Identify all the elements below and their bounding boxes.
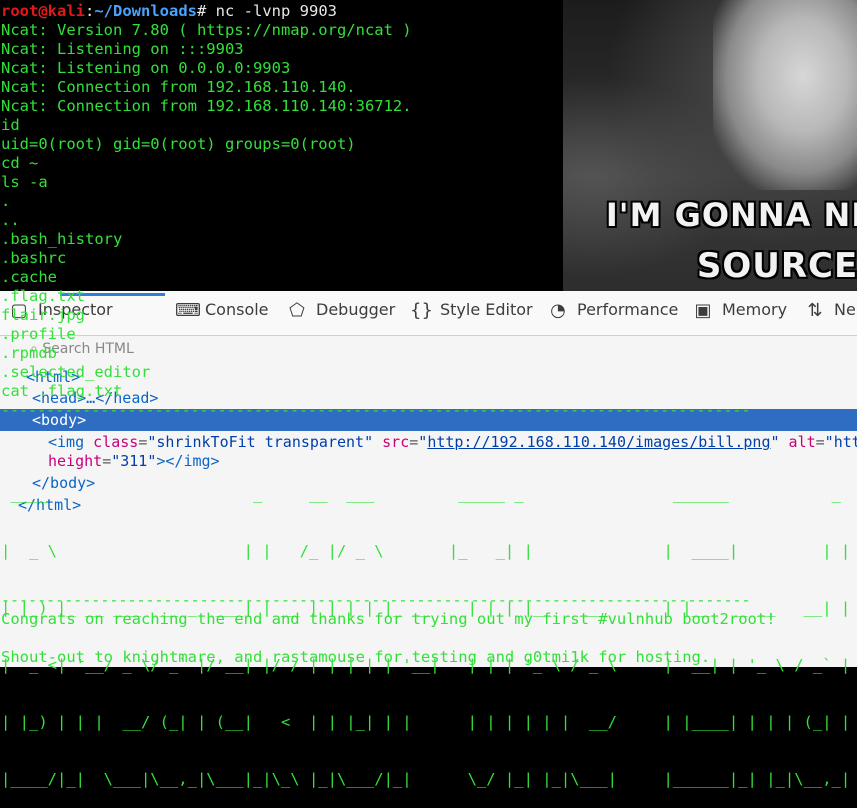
terminal-line: .cache [1,268,57,286]
terminal-line: Ncat: Connection from 192.168.110.140. [1,78,356,96]
ascii-art-line: ____ _ __ ___ _____ _ ______ _ [1,485,851,503]
tab-debugger-label: Debugger [316,300,396,319]
tab-performance[interactable]: ◔ Performance [547,300,678,326]
terminal-line: cat .flag.txt [1,382,123,400]
prompt-separator: : [85,2,95,20]
network-icon: ⇅ [807,299,823,321]
meme-image: I'M GONNA NEE SOURCE C [563,0,857,293]
terminal-line: . [1,192,11,210]
prompt-user: root@kali [1,2,85,20]
terminal-line: .flag.txt [1,287,85,305]
style-editor-icon: {} [410,299,433,321]
terminal-line: Ncat: Connection from 192.168.110.140:36… [1,97,412,115]
terminal-line: .. [1,211,20,229]
tab-console[interactable]: ⌨ Console [175,300,269,326]
prompt-hash: # [197,2,216,20]
tab-network[interactable]: ⇅ Ne [804,299,856,326]
terminal-line: Ncat: Listening on 0.0.0.0:9903 [1,59,291,77]
tab-memory[interactable]: ▣ Memory [692,300,787,326]
tab-console-label: Console [205,300,269,319]
tab-performance-label: Performance [577,300,679,319]
tab-style-editor-label: Style Editor [440,300,533,319]
tab-network-label: Ne [834,300,856,319]
terminal-line: .rpmdb [1,344,57,362]
console-icon: ⌨ [175,299,201,321]
terminal-line: .selected_editor [1,363,151,381]
terminal-prompt-line: root@kali:~/Downloads# nc -lvnp 9903 [1,2,337,21]
terminal-line: uid=0(root) gid=0(root) groups=0(root) [1,135,356,153]
ascii-art-line: | |_) | | | __/ (_| | (__| < | | |_| | |… [1,713,851,731]
terminal-line: ls -a [1,173,48,191]
performance-icon: ◔ [550,299,566,321]
terminal-line: Ncat: Version 7.80 ( https://nmap.org/nc… [1,21,412,39]
terminal-congrats-line: Congrats on reaching the end and thanks … [1,610,776,628]
terminal-divider-top: ----------------------------------------… [1,401,751,419]
terminal-line: Ncat: Listening on :::9903 [1,40,244,58]
tab-debugger[interactable]: ⬠ Debugger [286,300,395,326]
prompt-command: nc -lvnp 9903 [215,2,337,20]
terminal-line: cd ~ [1,154,39,172]
terminal-line: .bash_history [1,230,123,248]
meme-caption-line2: SOURCE C [696,246,857,286]
terminal-line: id [1,116,20,134]
devtools-toolbar: ▢ Inspector ⌨ Console ⬠ Debugger {} Style Ed… [0,291,857,336]
ascii-art-line: |____/|_| \___|\__,_|\___|_|\_\ |_|\___/… [1,770,851,788]
tab-memory-label: Memory [722,300,788,319]
terminal-line: .profile [1,325,76,343]
tab-style-editor[interactable]: {} Style Editor [410,300,533,326]
terminal-divider-bottom: ----------------------------------------… [1,591,751,609]
meme-person [713,0,857,190]
terminal-line: flair.jpg [1,306,85,324]
terminal-line: .bashrc [1,249,67,267]
debugger-icon: ⬠ [289,299,305,321]
meme-caption-line1: I'M GONNA NEE [605,196,857,234]
prompt-path: ~/Downloads [94,2,197,20]
ascii-art-line: | _ \ | | /_ |/ _ \ |_ _| | | ____| | | [1,542,851,560]
terminal-shoutout-line: Shout-out to knightmare, and rastamouse … [1,648,711,666]
memory-icon: ▣ [694,299,712,321]
